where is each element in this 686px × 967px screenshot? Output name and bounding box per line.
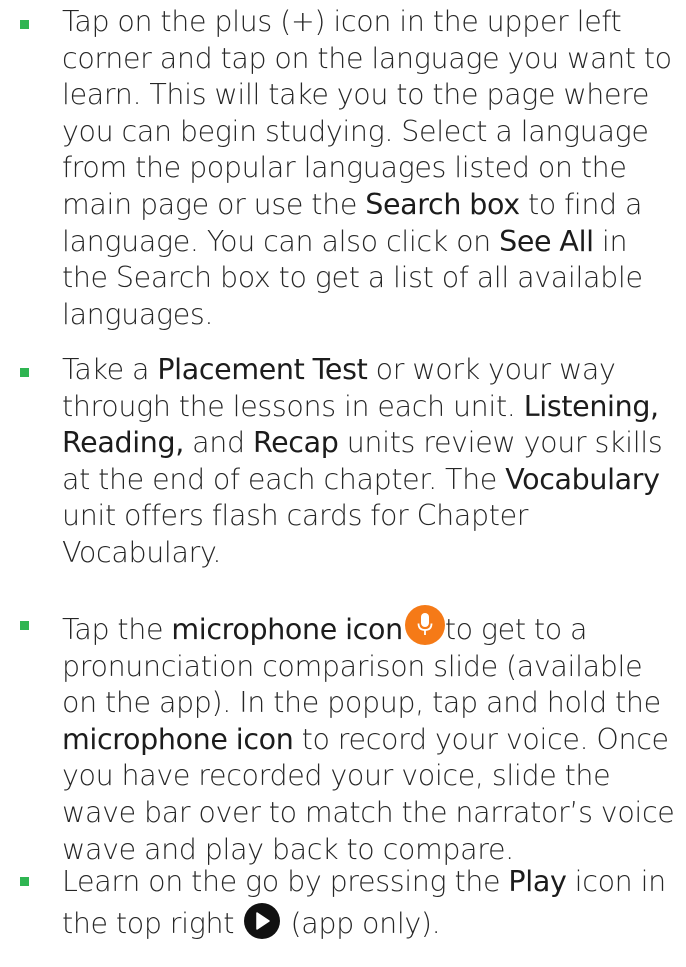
- bullet-marker: [20, 877, 29, 886]
- search-box-term: Search box: [365, 187, 520, 221]
- list-item-text: Tap the microphone icon to get to a pronu…: [62, 605, 680, 868]
- microphone-icon-term: microphone icon: [62, 722, 294, 756]
- instruction-list: Tap on the plus (+) icon in the upper le…: [0, 0, 686, 967]
- list-item-text: Learn on the go by pressing the Play ico…: [62, 865, 666, 940]
- bullet-marker: [20, 621, 29, 630]
- placement-test-term: Placement Test: [157, 353, 368, 386]
- see-all-term: See All: [499, 224, 594, 258]
- microphone-icon-term: microphone icon: [171, 613, 403, 646]
- vocabulary-term: Vocabulary: [505, 462, 660, 496]
- bullet-marker: [20, 368, 29, 377]
- play-term: Play: [508, 865, 567, 898]
- play-icon: [244, 903, 281, 939]
- list-item-text: Take a Placement Test or work your way t…: [62, 353, 663, 569]
- recap-term: Recap: [252, 426, 339, 460]
- microphone-icon: [404, 605, 445, 645]
- bullet-marker: [20, 20, 29, 29]
- list-item-text: Tap on the plus (+) icon in the upper le…: [62, 5, 672, 331]
